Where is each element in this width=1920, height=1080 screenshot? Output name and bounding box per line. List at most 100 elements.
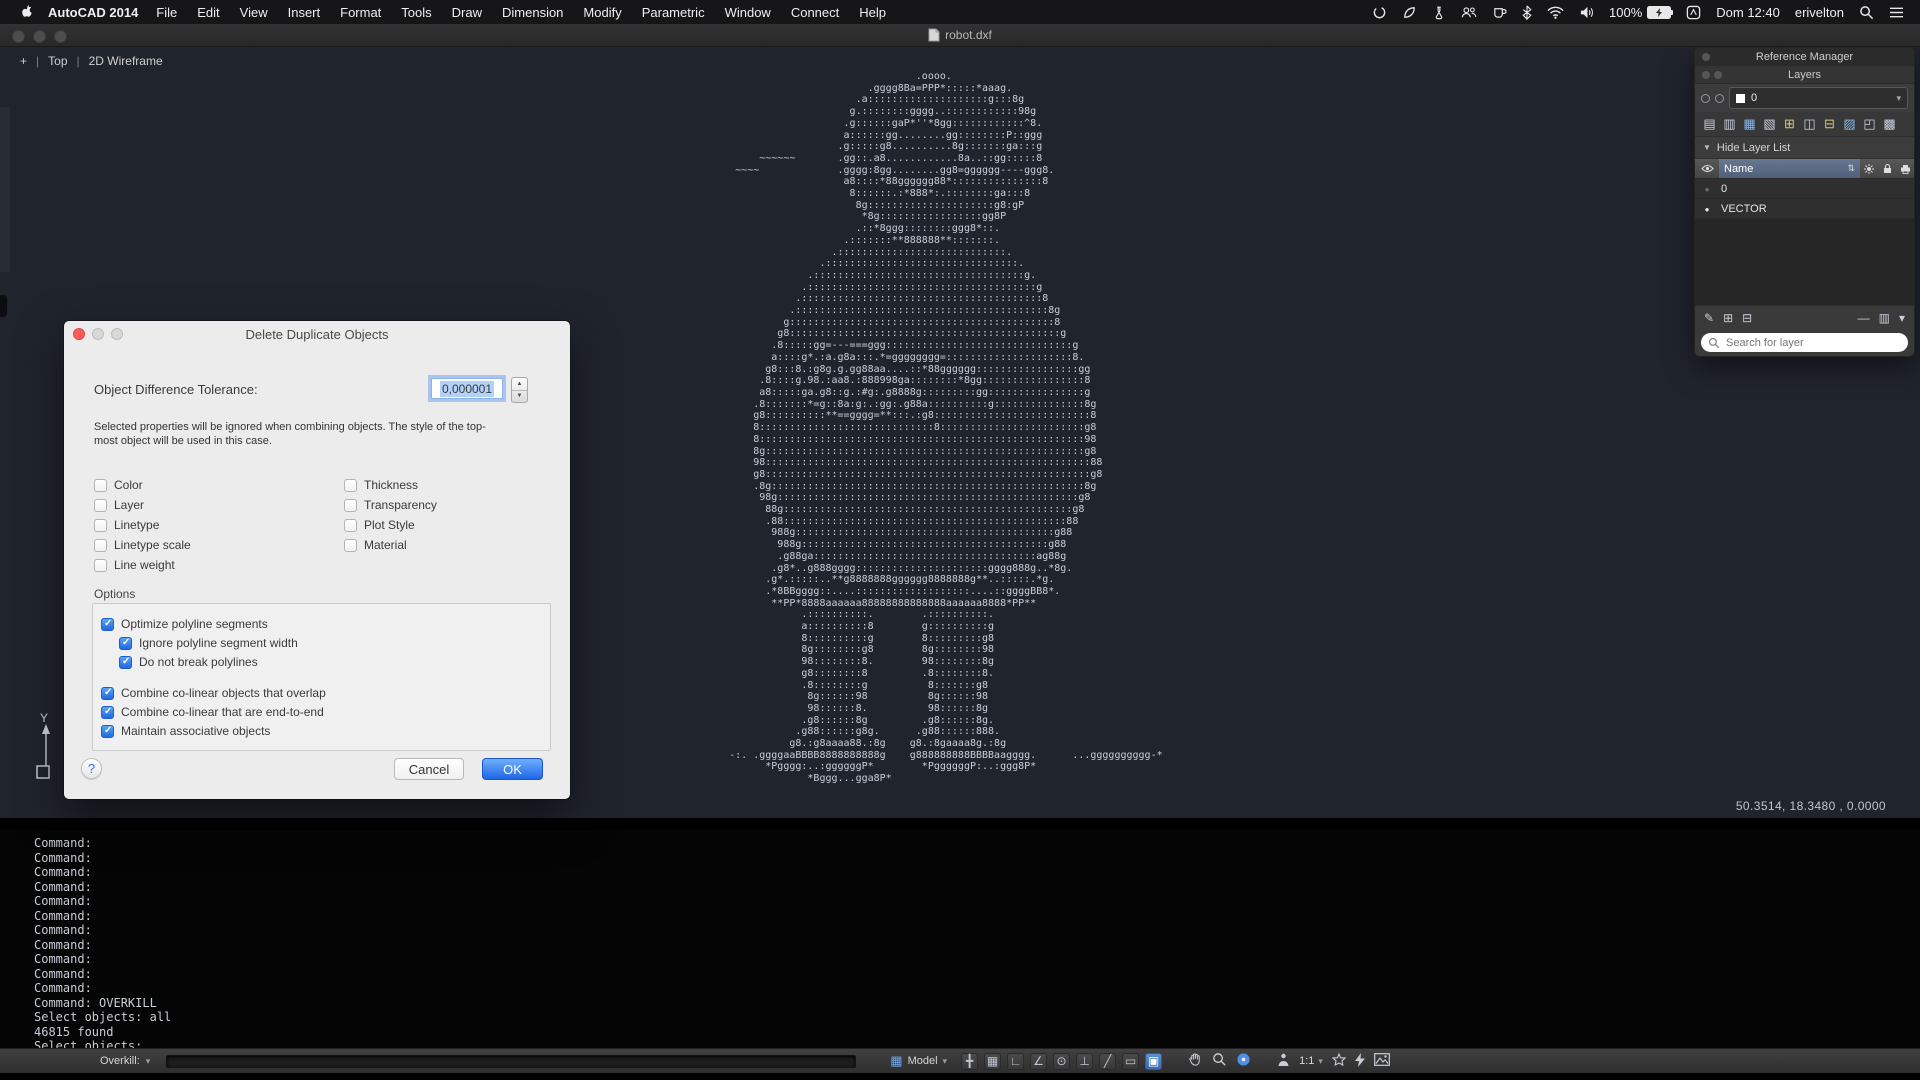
command-line-history[interactable]: Command: Command: Command: Command: Comm… [0, 830, 1920, 1060]
menu-item[interactable]: Insert [278, 5, 331, 20]
remove-item-icon[interactable]: — [1858, 311, 1870, 325]
polar-tracking-icon[interactable]: ∠ [1030, 1052, 1048, 1070]
tolerance-stepper[interactable]: ▲ ▼ [511, 377, 528, 403]
menu-item[interactable]: Draw [442, 5, 492, 20]
close-window-icon[interactable] [12, 30, 25, 43]
menu-item[interactable]: View [230, 5, 278, 20]
panel-menu-icon[interactable]: ▾ [1899, 311, 1905, 325]
minimize-window-icon[interactable] [33, 30, 46, 43]
cup-icon[interactable] [1492, 5, 1507, 19]
new-folder-icon[interactable]: ⊞ [1723, 311, 1733, 325]
chevron-down-icon[interactable]: ▾ [1896, 93, 1901, 104]
bluetooth-icon[interactable] [1522, 5, 1532, 20]
snap-mode-icon[interactable]: ╋ [961, 1052, 979, 1070]
option-checkbox-row[interactable]: Ignore polyline segment width [119, 636, 550, 650]
annotation-person-icon[interactable] [1277, 1053, 1290, 1070]
menu-item[interactable]: Help [849, 5, 896, 20]
help-button[interactable]: ? [81, 758, 102, 779]
sync-icon[interactable] [1372, 5, 1387, 20]
checkbox-unchecked[interactable] [94, 518, 107, 532]
wifi-icon[interactable] [1547, 6, 1564, 19]
0[interactable]: 0 [1695, 179, 1914, 199]
menu-item[interactable]: Edit [187, 5, 229, 20]
apple-menu-icon[interactable] [20, 4, 34, 20]
layer-states-icon[interactable]: ▧ [1762, 116, 1777, 132]
checkbox-unchecked[interactable] [94, 558, 107, 572]
property-checkbox-row[interactable]: Color [94, 478, 344, 492]
input-menu-icon[interactable] [1686, 5, 1701, 20]
ortho-mode-icon[interactable]: ∟ [1007, 1052, 1025, 1070]
freeze-column-icon[interactable] [1860, 159, 1878, 178]
grid-display-icon[interactable]: ▦ [984, 1052, 1002, 1070]
layer-visibility-icon[interactable] [1695, 203, 1719, 215]
palette-dot-icon[interactable] [1714, 70, 1722, 79]
menu-user[interactable]: erivelton [1795, 5, 1844, 20]
checkbox-checked[interactable] [101, 724, 114, 738]
checkbox-checked[interactable] [119, 655, 132, 669]
edit-layer-icon[interactable]: ✎ [1704, 311, 1714, 325]
lock-column-icon[interactable] [1878, 159, 1896, 178]
menu-item[interactable]: Tools [391, 5, 441, 20]
dynamic-input-icon[interactable]: ▭ [1122, 1052, 1140, 1070]
autoscale-lightning-icon[interactable] [1354, 1052, 1365, 1070]
checkbox-checked[interactable] [101, 705, 114, 719]
object-snap-icon[interactable]: ⊙ [1053, 1052, 1071, 1070]
leaf-icon[interactable] [1402, 5, 1417, 20]
palette-dot-icon[interactable] [1702, 70, 1710, 79]
option-checkbox-row[interactable]: Combine co-linear that are end-to-end [101, 705, 550, 719]
pan-hand-icon[interactable] [1188, 1052, 1203, 1070]
menu-clock[interactable]: Dom 12:40 [1716, 5, 1780, 20]
zoom-window-icon[interactable] [54, 30, 67, 43]
checkbox-checked[interactable] [101, 617, 114, 631]
checkbox-unchecked[interactable] [94, 538, 107, 552]
annotation-visibility-icon[interactable] [1331, 1052, 1347, 1070]
property-checkbox-row[interactable]: Layer [94, 498, 344, 512]
property-checkbox-row[interactable]: Thickness [344, 478, 437, 492]
new-vp-frozen-layer-icon[interactable]: ◫ [1802, 116, 1817, 132]
name-column-header[interactable]: Name ⇅ [1719, 159, 1860, 178]
checkbox-checked[interactable] [119, 636, 132, 650]
layer-visibility-icon[interactable] [1695, 183, 1719, 195]
property-checkbox-row[interactable]: Linetype [94, 518, 344, 532]
viewport-view-button[interactable]: Top [48, 54, 67, 68]
users-icon[interactable] [1461, 5, 1477, 19]
option-checkbox-row[interactable]: Combine co-linear objects that overlap [101, 686, 550, 700]
steering-wheel-icon[interactable] [1236, 1052, 1251, 1070]
palette-close-icon[interactable] [1702, 53, 1710, 61]
checkbox-unchecked[interactable] [94, 478, 107, 492]
menu-item[interactable]: Window [715, 5, 781, 20]
menu-item[interactable]: Format [330, 5, 391, 20]
option-checkbox-row[interactable]: Maintain associative objects [101, 724, 550, 738]
viewport-style-button[interactable]: 2D Wireframe [89, 54, 163, 68]
print-column-icon[interactable] [1896, 159, 1914, 178]
layer-filter-icon[interactable]: ▤ [1702, 116, 1717, 132]
checkbox-checked[interactable] [101, 686, 114, 700]
zoom-icon[interactable] [1212, 1052, 1227, 1070]
model-space-control[interactable]: ▦ Model ▾ [890, 1053, 947, 1069]
object-snap-tracking-icon[interactable]: ⊥ [1076, 1052, 1094, 1070]
new-layer-icon[interactable]: ⊞ [1782, 116, 1797, 132]
menu-item[interactable]: Modify [573, 5, 631, 20]
reference-manager-header[interactable]: Reference Manager [1695, 48, 1914, 66]
layer-search-input[interactable] [1724, 335, 1901, 350]
sort-icon[interactable]: ⇅ [1847, 163, 1855, 174]
hide-layer-list-toggle[interactable]: ▼ Hide Layer List [1695, 137, 1914, 158]
annotation-scale-control[interactable]: 1:1 ▾ [1299, 1055, 1323, 1067]
lineweight-icon[interactable]: ▣ [1145, 1052, 1163, 1070]
app-menu[interactable]: AutoCAD 2014 [48, 5, 138, 20]
volume-icon[interactable] [1579, 6, 1594, 19]
property-checkbox-row[interactable]: Transparency [344, 498, 437, 512]
layer-dropdown[interactable]: 0 ▾ [1729, 87, 1908, 109]
stepper-down-icon[interactable]: ▼ [512, 391, 527, 403]
disclosure-triangle-icon[interactable]: ▼ [1703, 143, 1711, 152]
new-group-filter-icon[interactable]: ▦ [1742, 116, 1757, 132]
checkbox-unchecked[interactable] [94, 498, 107, 512]
chevron-down-icon[interactable]: ▾ [146, 1056, 151, 1067]
dynamic-ucs-icon[interactable]: ╱ [1099, 1052, 1117, 1070]
ok-button[interactable]: OK [482, 758, 543, 780]
property-checkbox-row[interactable]: Plot Style [344, 518, 437, 532]
checkbox-unchecked[interactable] [344, 498, 357, 512]
property-checkbox-row[interactable]: Material [344, 538, 437, 552]
minimize-dialog-icon[interactable] [92, 328, 104, 340]
menu-item[interactable]: Connect [781, 5, 849, 20]
